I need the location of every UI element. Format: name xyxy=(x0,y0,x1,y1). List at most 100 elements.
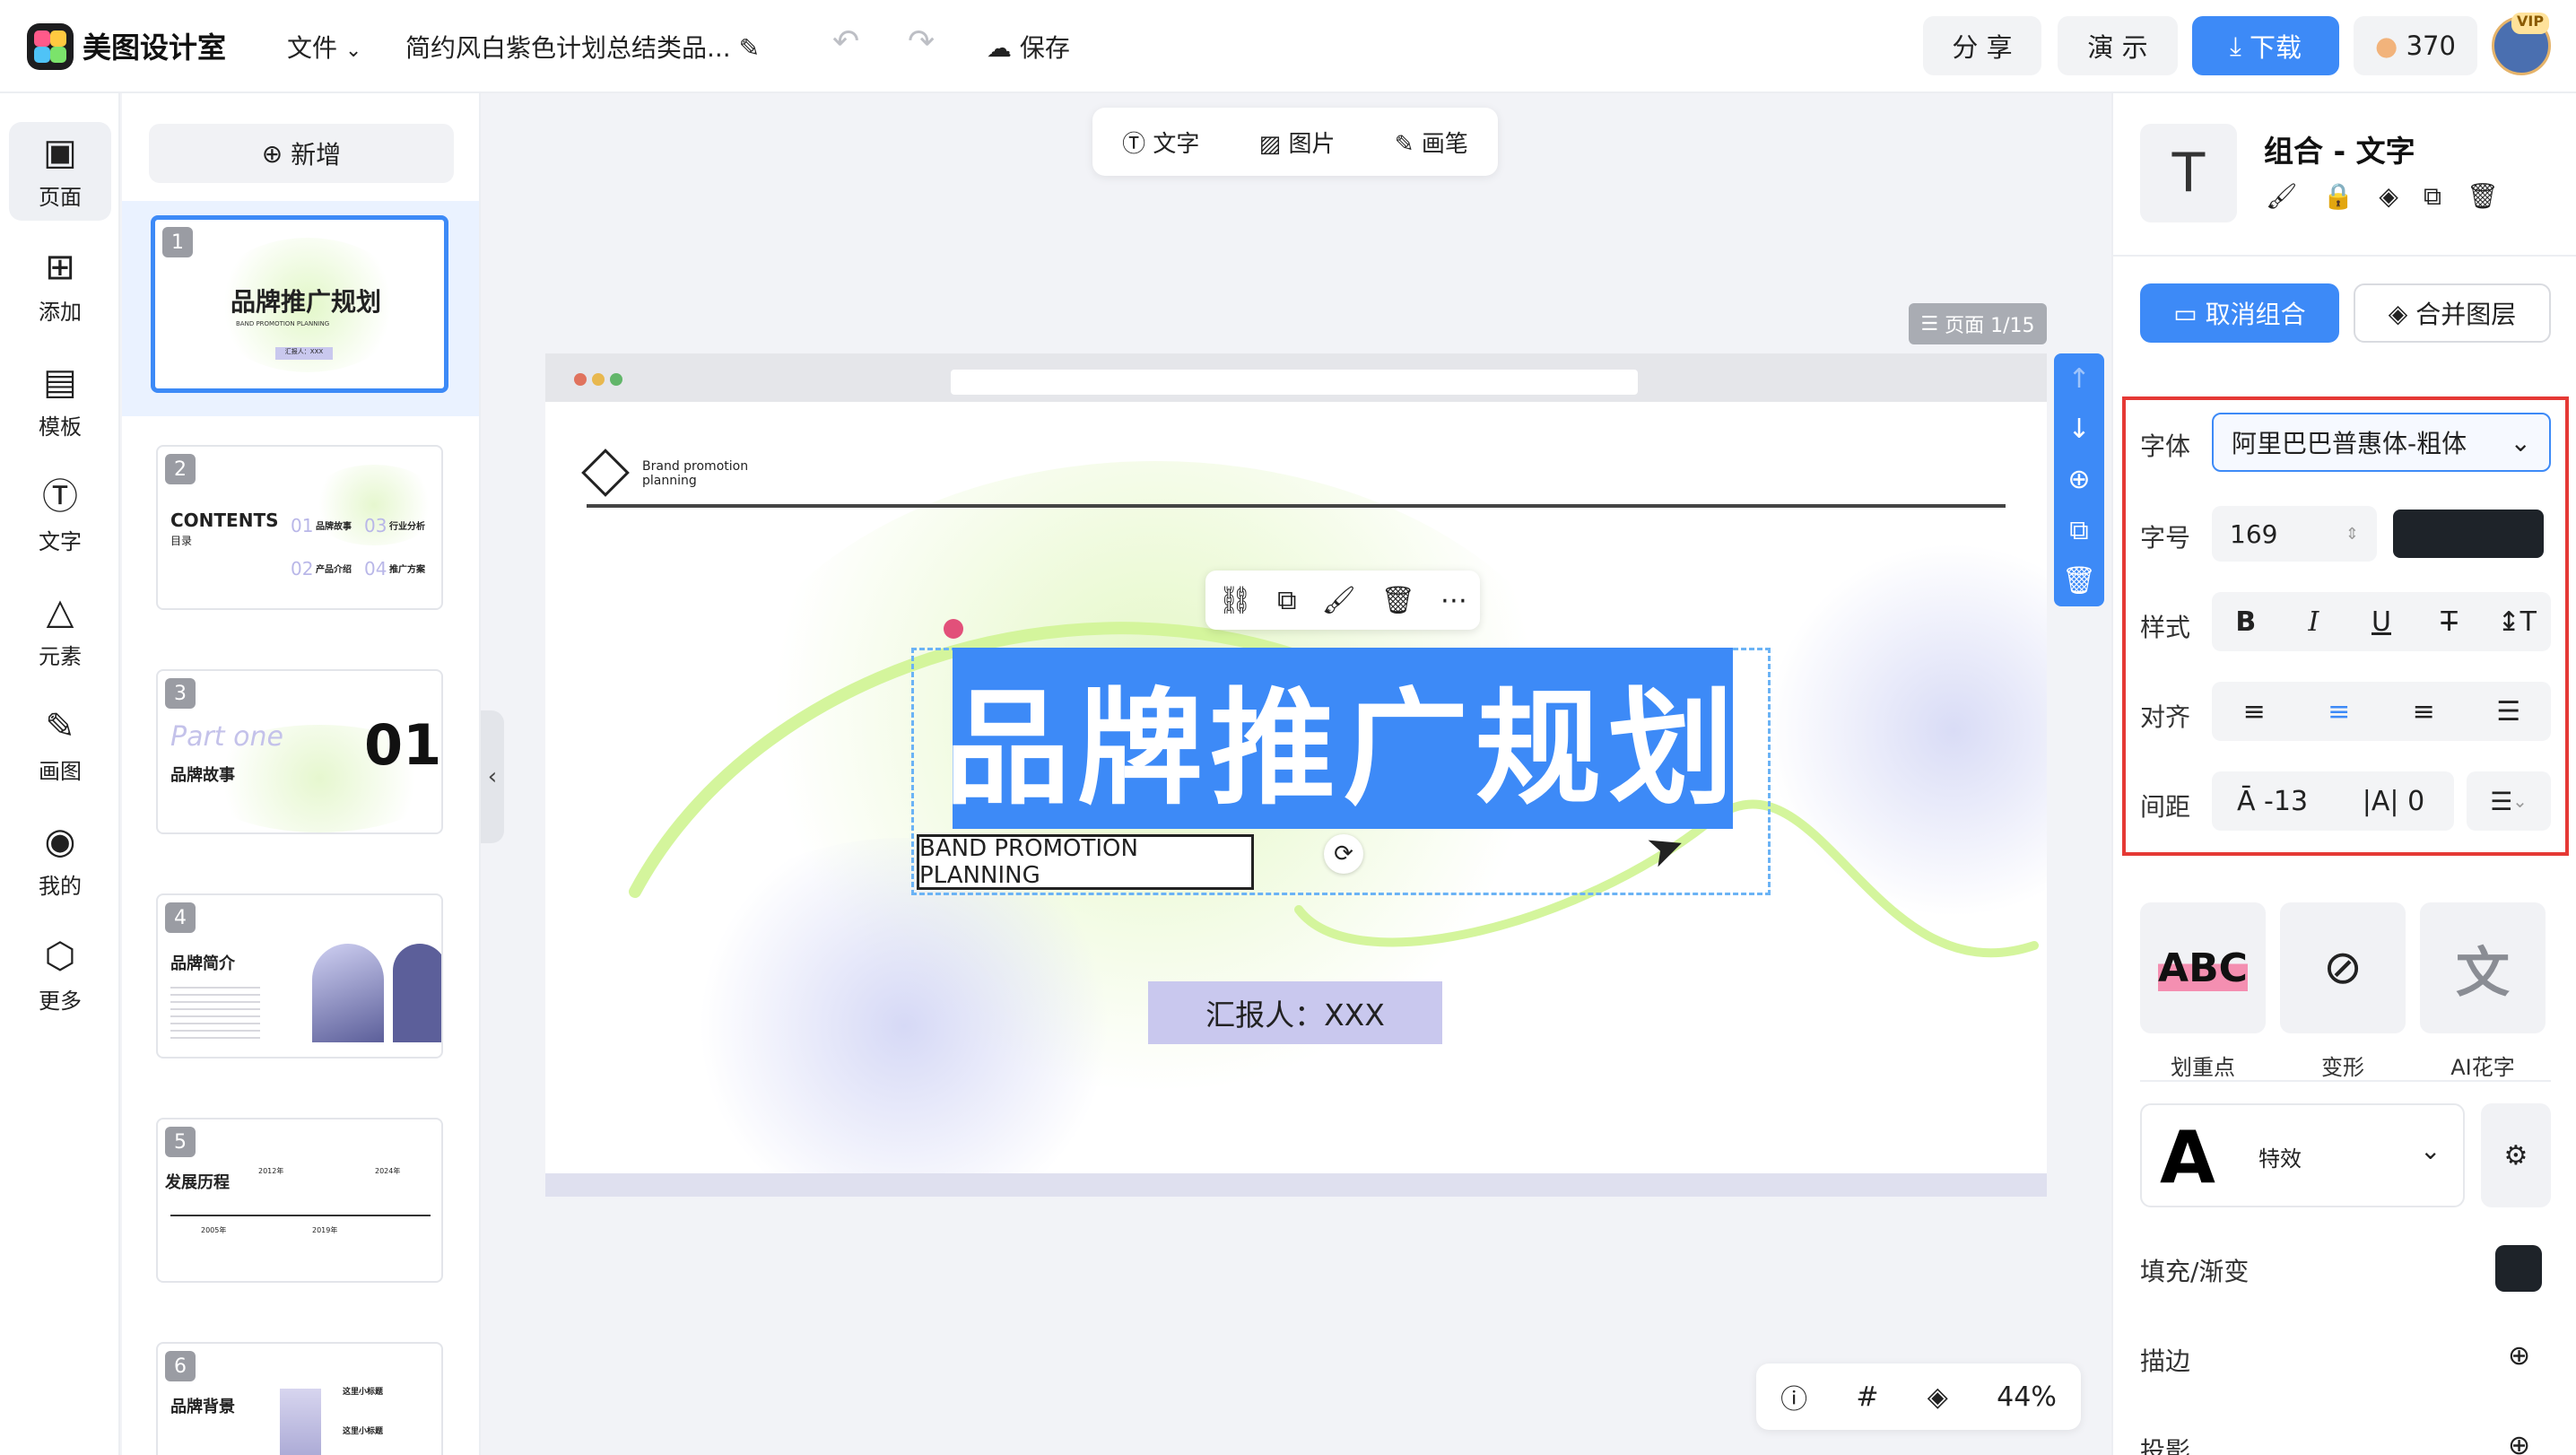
thumb-item: 这里小标题 xyxy=(343,1427,384,1436)
italic-icon[interactable]: I xyxy=(2280,606,2348,638)
collapse-panel-button[interactable]: ‹ xyxy=(481,710,504,843)
top-bar: 美图设计室 文件 ⌄ 简约风白紫色计划总结类品... ✎ ↶ ↷ ☁ 保存 分 … xyxy=(0,0,2576,93)
text-color-swatch[interactable] xyxy=(2393,510,2544,558)
draw-icon: ✎ xyxy=(45,705,75,747)
thumb-reporter: 汇报人：XXX xyxy=(275,347,333,360)
spacing-label: 间距 xyxy=(2140,792,2191,822)
rotate-icon[interactable]: ⟳ xyxy=(1324,834,1363,874)
effect-select[interactable]: A 特效 ⌄ xyxy=(2140,1103,2465,1207)
element-context-toolbar: ⛓ ⧉ 🖌 🗑 ⋯ xyxy=(1205,571,1480,630)
letter-spacing-input[interactable]: Ā -13 xyxy=(2212,786,2333,817)
transform-card[interactable]: ⊘ xyxy=(2280,902,2406,1033)
highlight-card[interactable]: ABC xyxy=(2140,902,2266,1033)
bold-icon[interactable]: B xyxy=(2212,606,2280,638)
page-thumb-2[interactable]: 2 CONTENTS 目录 01 品牌故事 03 行业分析 02 产品介绍 04… xyxy=(156,445,443,610)
add-page-button[interactable]: ⊕ 新增 xyxy=(149,124,454,183)
shapes-icon: △ xyxy=(46,590,74,632)
rail-item-more[interactable]: ⬡ 更多 xyxy=(9,926,111,1024)
edit-icon[interactable]: ✎ xyxy=(739,33,760,63)
align-center-icon[interactable]: ≡ xyxy=(2297,696,2382,728)
rail-item-templates[interactable]: ▤ 模板 xyxy=(9,352,111,450)
fill-color-swatch[interactable] xyxy=(2495,1245,2542,1292)
slide-subtitle[interactable]: BAND PROMOTION PLANNING xyxy=(917,834,1254,890)
delete-icon[interactable]: 🗑 xyxy=(2467,181,2499,212)
pen-button[interactable]: ✎ 画笔 xyxy=(1395,126,1468,159)
mock-browser-bar xyxy=(545,353,2047,402)
delete-icon[interactable]: 🗑 xyxy=(2062,565,2096,597)
move-down-icon[interactable]: ↓ xyxy=(2067,414,2090,445)
delete-icon[interactable]: 🗑 xyxy=(1381,585,1415,616)
vertical-text-icon[interactable]: ↨T xyxy=(2483,606,2551,638)
list-style-select[interactable]: ☰ ⌄ xyxy=(2467,771,2551,831)
add-shadow-icon[interactable]: ⊕ xyxy=(2508,1430,2530,1455)
layers-icon[interactable]: ◈ xyxy=(2379,181,2398,212)
list-icon: ☰ xyxy=(1920,312,1939,335)
format-painter-icon[interactable]: 🖌 xyxy=(2266,181,2298,212)
rail-item-add[interactable]: ⊞ 添加 xyxy=(9,237,111,335)
page-thumb-6[interactable]: 6 品牌背景 这里小标题 这里小标题 xyxy=(156,1342,443,1455)
align-left-icon[interactable]: ≡ xyxy=(2212,696,2297,728)
page-thumb-5[interactable]: 5 发展历程 2012年 2024年 2005年 2019年 xyxy=(156,1118,443,1283)
align-justify-icon[interactable]: ☰ xyxy=(2467,696,2552,728)
insert-image-button[interactable]: ▨ 图片 xyxy=(1259,126,1336,159)
ungroup-button[interactable]: ▭ 取消组合 xyxy=(2140,283,2339,343)
download-button[interactable]: ⤓ 下载 xyxy=(2192,16,2339,75)
chevron-down-icon: ⌄ xyxy=(2420,1136,2441,1165)
unlink-icon[interactable]: ⛓ xyxy=(1218,585,1252,616)
undo-icon[interactable]: ↶ xyxy=(832,23,859,60)
line-spacing-input[interactable]: |A| 0 xyxy=(2333,786,2454,817)
font-size-input[interactable]: 169 ⇕ xyxy=(2212,506,2377,562)
format-painter-icon[interactable]: 🖌 xyxy=(1322,585,1356,616)
underline-icon[interactable]: U xyxy=(2347,606,2415,638)
rail-item-pages[interactable]: ▣ 页面 xyxy=(9,122,111,221)
thumb-num-label: 01 xyxy=(291,515,314,536)
duplicate-icon[interactable]: ⧉ xyxy=(2069,515,2088,546)
adjust-settings-icon[interactable]: ⚙ xyxy=(2481,1103,2551,1207)
rail-item-draw[interactable]: ✎ 画图 xyxy=(9,696,111,795)
share-button[interactable]: 分 享 xyxy=(1923,16,2041,75)
rotate-handle[interactable] xyxy=(944,619,963,639)
ai-text-card[interactable]: 文 xyxy=(2420,902,2546,1033)
thumb-year: 2012年 xyxy=(258,1167,284,1175)
grid-icon[interactable]: # xyxy=(1856,1381,1878,1413)
canvas-toolbar: Ⓣ 文字 ▨ 图片 ✎ 画笔 xyxy=(1092,108,1498,176)
duplicate-icon[interactable]: ⧉ xyxy=(2424,181,2441,212)
thumb-title: 品牌推广规划 xyxy=(231,287,382,317)
layers-icon[interactable]: ◈ xyxy=(1928,1381,1948,1413)
more-icon[interactable]: ⋯ xyxy=(1440,585,1467,616)
merge-layers-button[interactable]: ◈ 合并图层 xyxy=(2354,283,2551,343)
move-up-icon[interactable]: ↑ xyxy=(2067,363,2090,395)
insert-text-button[interactable]: Ⓣ 文字 xyxy=(1122,126,1199,159)
rail-item-mine[interactable]: ◉ 我的 xyxy=(9,811,111,910)
page-thumb-1[interactable]: 1 品牌推广规划 BAND PROMOTION PLANNING 汇报人：XXX xyxy=(151,215,448,393)
save-button[interactable]: ☁ 保存 xyxy=(987,29,1070,65)
page-thumb-3[interactable]: 3 Part one 品牌故事 01 xyxy=(156,669,443,834)
add-page-icon[interactable]: ⊕ xyxy=(2067,464,2090,495)
rail-item-elements[interactable]: △ 元素 xyxy=(9,581,111,680)
redo-icon[interactable]: ↷ xyxy=(908,23,935,60)
doc-title[interactable]: 简约风白紫色计划总结类品... ✎ xyxy=(405,29,760,65)
chevron-down-icon: ⌄ xyxy=(344,39,362,62)
lock-icon[interactable]: 🔒 xyxy=(2323,181,2354,212)
page-thumb-4[interactable]: 4 品牌简介 xyxy=(156,893,443,1059)
stepper-icon[interactable]: ⇕ xyxy=(2345,525,2359,544)
present-button[interactable]: 演 示 xyxy=(2058,16,2178,75)
file-menu[interactable]: 文件 ⌄ xyxy=(287,29,361,65)
thumb-num-label: 02 xyxy=(291,558,314,579)
font-select[interactable]: 阿里巴巴普惠体-粗体 ⌄ xyxy=(2212,413,2551,472)
thumb-timeline xyxy=(170,1215,431,1216)
add-stroke-icon[interactable]: ⊕ xyxy=(2508,1340,2530,1372)
rail-item-text[interactable]: Ⓣ 文字 xyxy=(9,466,111,565)
thumb-part: Part one xyxy=(170,721,283,753)
help-icon[interactable]: ⓘ xyxy=(1780,1377,1807,1416)
slide-reporter[interactable]: 汇报人：XXX xyxy=(1148,981,1442,1044)
zoom-level[interactable]: 44% xyxy=(1997,1381,2057,1413)
align-right-icon[interactable]: ≡ xyxy=(2381,696,2467,728)
app-logo-icon[interactable] xyxy=(27,23,74,70)
duplicate-icon[interactable]: ⧉ xyxy=(1277,585,1296,616)
fill-label: 填充/渐变 xyxy=(2140,1257,2250,1286)
strikethrough-icon[interactable]: T xyxy=(2415,606,2484,638)
page-indicator[interactable]: ☰ 页面 1/15 xyxy=(1909,303,2047,344)
slide-headline[interactable]: 品牌推广规划 xyxy=(944,648,1734,829)
credits-button[interactable]: ● 370 xyxy=(2354,16,2477,75)
